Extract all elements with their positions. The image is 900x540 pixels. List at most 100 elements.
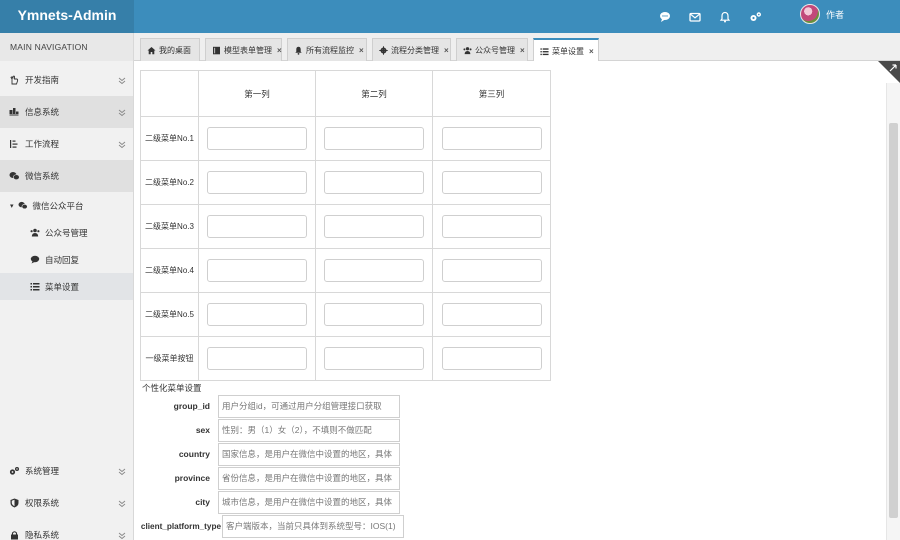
sidebar-item-permission[interactable]: 权限系统 xyxy=(0,487,133,519)
table-cell xyxy=(315,248,433,293)
mail-icon[interactable] xyxy=(688,10,702,24)
sidebar-item-dev-guide[interactable]: 开发指南 xyxy=(0,64,133,96)
menu-name-input[interactable] xyxy=(441,303,542,326)
submenu-label: 微信公众平台 xyxy=(32,200,84,211)
table-header-row: 第一列 第二列 第三列 xyxy=(140,70,551,117)
tab-process-category[interactable]: 流程分类管理 × xyxy=(372,38,451,61)
menu-name-input[interactable] xyxy=(207,171,307,194)
table-cell xyxy=(198,204,316,249)
table-cell xyxy=(315,292,433,337)
menu-name-input[interactable] xyxy=(324,259,424,282)
city-input[interactable]: 城市信息，是用户在微信中设置的地区，具体 xyxy=(218,490,400,514)
tab-label: 我的桌面 xyxy=(159,45,191,55)
chevron-down-icon xyxy=(118,468,126,476)
table-row: 二级菜单No.3 xyxy=(140,204,551,249)
menu-name-input[interactable] xyxy=(207,303,307,326)
menu-name-input[interactable] xyxy=(441,347,542,370)
chat-icon[interactable] xyxy=(658,10,672,24)
menu-name-input[interactable] xyxy=(207,347,307,370)
chevron-down-icon xyxy=(118,532,126,540)
sidebar-item-label: 开发指南 xyxy=(25,75,60,85)
table-row: 二级菜单No.2 xyxy=(140,160,551,205)
menu-name-input[interactable] xyxy=(441,215,542,238)
table-row: 二级菜单No.4 xyxy=(140,248,551,293)
menu-name-input[interactable] xyxy=(207,215,307,238)
caret-down-icon: ▾ xyxy=(10,202,14,210)
table-cell xyxy=(432,116,551,161)
row-label: 二级菜单No.3 xyxy=(140,204,199,249)
top-icon-group xyxy=(658,0,762,33)
tab-label: 菜单设置 xyxy=(552,46,584,56)
menu-name-input[interactable] xyxy=(441,171,542,194)
sidebar-item-auto-reply[interactable]: 自动回复 xyxy=(0,246,133,273)
province-input[interactable]: 省份信息，是用户在微信中设置的地区，具体 xyxy=(218,466,400,490)
menu-table: 第一列 第二列 第三列 二级菜单No.1 二级菜单No.2 二级菜单No.3 二… xyxy=(140,70,551,381)
gear-icon xyxy=(379,45,388,55)
app-logo[interactable]: Ymnets-Admin xyxy=(0,0,134,33)
main-content: 第一列 第二列 第三列 二级菜单No.1 二级菜单No.2 二级菜单No.3 二… xyxy=(134,61,900,540)
menu-name-input[interactable] xyxy=(324,215,424,238)
menu-name-input[interactable] xyxy=(324,347,424,370)
submenu-wechat-platform[interactable]: ▾ 微信公众平台 xyxy=(0,192,133,219)
column-header: 第二列 xyxy=(315,70,433,117)
sidebar-item-workflow[interactable]: 工作流程 xyxy=(0,128,133,160)
menu-name-input[interactable] xyxy=(207,127,307,150)
sex-input[interactable]: 性别：男（1）女（2），不填则不做匹配 xyxy=(218,418,400,442)
bell-icon[interactable] xyxy=(718,10,732,24)
form-row-city: city 城市信息，是用户在微信中设置的地区，具体 xyxy=(134,490,400,514)
table-cell xyxy=(432,248,551,293)
table-cell xyxy=(198,160,316,205)
sidebar-item-label: 信息系统 xyxy=(25,107,60,117)
wechat-icon xyxy=(18,201,28,211)
sidebar-item-menu-settings[interactable]: 菜单设置 xyxy=(0,273,133,300)
users-icon xyxy=(30,228,40,238)
table-cell xyxy=(432,204,551,249)
sidebar-item-wechat-system[interactable]: 微信系统 xyxy=(0,160,133,192)
client-platform-input[interactable]: 客户端版本，当前只具体到系统型号：IOS(1) xyxy=(222,514,404,538)
tab-process-monitor[interactable]: 所有流程监控 × xyxy=(287,38,367,61)
tab-menu-settings[interactable]: 菜单设置 × xyxy=(533,38,599,62)
group-id-input[interactable]: 用户分组id，可通过用户分组管理接口获取 xyxy=(218,394,400,418)
sidebar-item-account-manage[interactable]: 公众号管理 xyxy=(0,219,133,246)
form-row-client-platform: client_platform_type 客户端版本，当前只具体到系统型号：IO… xyxy=(134,514,404,538)
scrollbar-thumb[interactable] xyxy=(889,123,898,518)
table-cell xyxy=(432,160,551,205)
table-cell xyxy=(198,336,316,381)
menu-name-input[interactable] xyxy=(207,259,307,282)
tab-label: 公众号管理 xyxy=(475,45,515,55)
menu-name-input[interactable] xyxy=(324,127,424,150)
sidebar-heading: MAIN NAVIGATION xyxy=(0,33,133,61)
fullscreen-icon[interactable] xyxy=(878,61,900,83)
close-icon[interactable]: × xyxy=(444,46,449,55)
close-icon[interactable]: × xyxy=(589,47,594,56)
table-cell xyxy=(198,248,316,293)
tab-account-manage[interactable]: 公众号管理 × xyxy=(456,38,528,61)
sidebar-item-label: 隐私系统 xyxy=(25,530,60,540)
menu-name-input[interactable] xyxy=(324,303,424,326)
form-row-country: country 国家信息，是用户在微信中设置的地区，具体 xyxy=(134,442,400,466)
sidebar-item-privacy[interactable]: 隐私系统 xyxy=(0,519,133,540)
sidebar-item-info-system[interactable]: 信息系统 xyxy=(0,96,133,128)
table-cell xyxy=(432,336,551,381)
scrollbar[interactable] xyxy=(886,83,900,540)
section-title: 个性化菜单设置 xyxy=(142,383,202,393)
menu-name-input[interactable] xyxy=(324,171,424,194)
close-icon[interactable]: × xyxy=(277,46,282,55)
user-menu[interactable]: 作者 xyxy=(799,2,844,26)
sidebar-item-label: 微信系统 xyxy=(25,171,60,181)
table-corner-cell xyxy=(140,70,199,117)
settings-icon[interactable] xyxy=(748,10,762,24)
table-row: 二级菜单No.1 xyxy=(140,116,551,161)
table-cell xyxy=(432,292,551,337)
chevron-down-icon xyxy=(118,500,126,508)
close-icon[interactable]: × xyxy=(359,46,364,55)
sidebar-item-label: 菜单设置 xyxy=(45,281,80,292)
menu-name-input[interactable] xyxy=(441,127,542,150)
gears-icon xyxy=(8,465,20,477)
tab-desktop[interactable]: 我的桌面 xyxy=(140,38,200,61)
close-icon[interactable]: × xyxy=(520,46,525,55)
country-input[interactable]: 国家信息，是用户在微信中设置的地区，具体 xyxy=(218,442,400,466)
tab-model-form[interactable]: 模型表单管理 × xyxy=(205,38,282,61)
sidebar-item-system-manage[interactable]: 系统管理 xyxy=(0,455,133,487)
menu-name-input[interactable] xyxy=(441,259,542,282)
